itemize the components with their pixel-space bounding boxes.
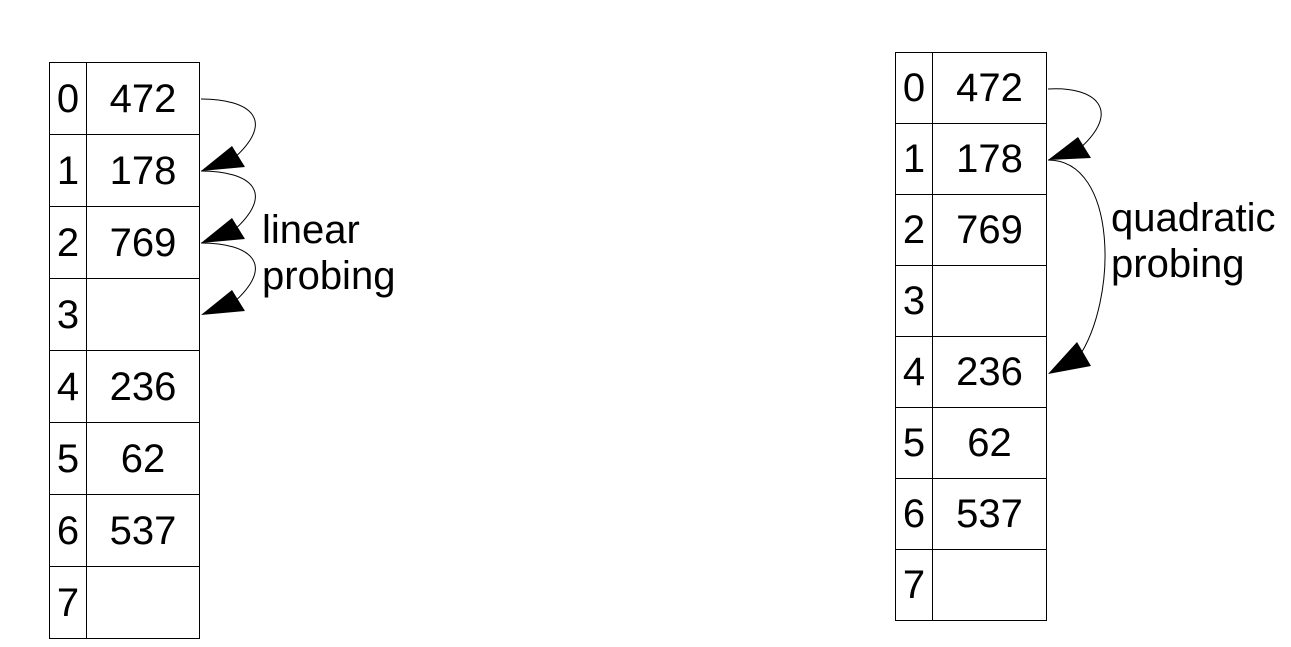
arrowhead-icon bbox=[201, 218, 245, 243]
arrowhead-icon bbox=[1048, 137, 1091, 160]
probe-arrow-1-to-4 bbox=[1047, 159, 1106, 359]
arrowhead-icon bbox=[201, 146, 245, 171]
arrowhead-icon bbox=[201, 290, 245, 315]
probe-arrows bbox=[200, 88, 1106, 374]
